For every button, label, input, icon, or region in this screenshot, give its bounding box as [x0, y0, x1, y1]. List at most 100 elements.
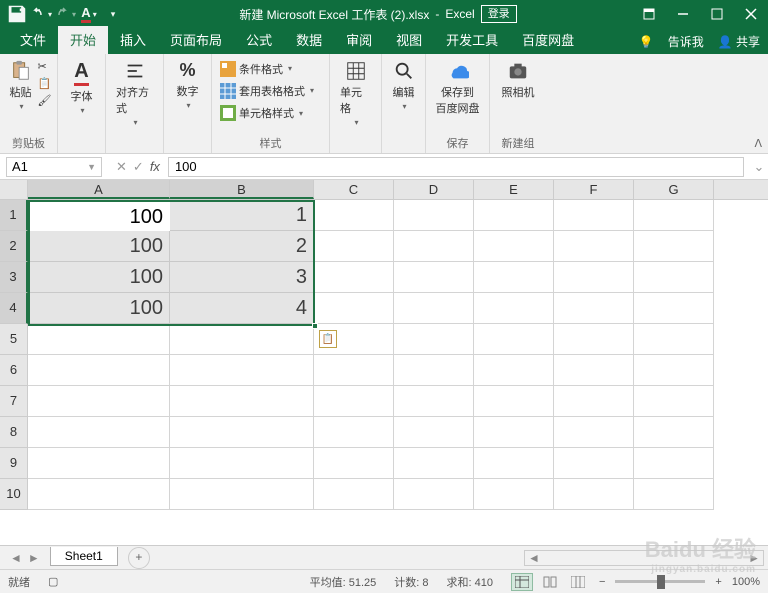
row-header[interactable]: 8: [0, 417, 28, 448]
fill-handle[interactable]: [312, 323, 318, 329]
collapse-ribbon-icon[interactable]: ᐱ: [754, 137, 762, 150]
cell[interactable]: [394, 200, 474, 231]
cell[interactable]: [634, 293, 714, 324]
row-header[interactable]: 10: [0, 479, 28, 510]
cell[interactable]: [554, 417, 634, 448]
cell[interactable]: 4: [170, 293, 314, 324]
enter-formula-icon[interactable]: ✓: [133, 159, 144, 175]
copy-icon[interactable]: 📋: [38, 77, 52, 90]
cell[interactable]: 1: [170, 200, 314, 231]
lightbulb-icon[interactable]: 💡: [639, 35, 654, 49]
cell[interactable]: [170, 417, 314, 448]
select-all-corner[interactable]: [0, 180, 28, 199]
column-header-D[interactable]: D: [394, 180, 474, 199]
cell[interactable]: [394, 293, 474, 324]
cell[interactable]: [394, 479, 474, 510]
cell[interactable]: [28, 324, 170, 355]
normal-view-icon[interactable]: [511, 573, 533, 591]
cell[interactable]: [634, 231, 714, 262]
cell[interactable]: [314, 479, 394, 510]
column-header-C[interactable]: C: [314, 180, 394, 199]
conditional-format-button[interactable]: 条件格式▾: [218, 60, 323, 78]
cell[interactable]: [314, 448, 394, 479]
sheet-tab[interactable]: Sheet1: [50, 547, 118, 566]
tab-开发工具[interactable]: 开发工具: [434, 26, 510, 54]
tab-数据[interactable]: 数据: [284, 26, 334, 54]
cell[interactable]: [314, 355, 394, 386]
tab-页面布局[interactable]: 页面布局: [158, 26, 234, 54]
cell[interactable]: [634, 448, 714, 479]
share-button[interactable]: 👤 共享: [718, 33, 760, 50]
cells-button[interactable]: 单元格▾: [336, 58, 375, 129]
save-baidu-button[interactable]: 保存到 百度网盘: [432, 58, 484, 118]
horizontal-scrollbar[interactable]: ◄►: [524, 550, 764, 566]
column-header-A[interactable]: A: [28, 180, 170, 199]
zoom-slider[interactable]: [615, 580, 705, 583]
cell-styles-button[interactable]: 单元格样式▾: [218, 104, 323, 122]
cell[interactable]: [474, 262, 554, 293]
cell[interactable]: [634, 386, 714, 417]
cell[interactable]: [314, 262, 394, 293]
cell[interactable]: [170, 386, 314, 417]
cell[interactable]: [554, 324, 634, 355]
alignment-button[interactable]: 对齐方式▾: [112, 58, 157, 129]
cell[interactable]: 2: [170, 231, 314, 262]
ribbon-options-icon[interactable]: [632, 0, 666, 28]
column-header-E[interactable]: E: [474, 180, 554, 199]
column-header-B[interactable]: B: [170, 180, 314, 199]
cell[interactable]: [474, 386, 554, 417]
row-header[interactable]: 6: [0, 355, 28, 386]
fx-icon[interactable]: fx: [150, 159, 160, 174]
cell[interactable]: 100: [28, 293, 170, 324]
cell[interactable]: [314, 200, 394, 231]
font-color-icon[interactable]: A▾: [78, 3, 100, 25]
cell[interactable]: [170, 448, 314, 479]
cell[interactable]: [28, 479, 170, 510]
cell[interactable]: [474, 231, 554, 262]
cell[interactable]: [394, 386, 474, 417]
cell[interactable]: [554, 355, 634, 386]
cell[interactable]: [28, 417, 170, 448]
cell[interactable]: [554, 200, 634, 231]
row-header[interactable]: 4: [0, 293, 28, 324]
cell[interactable]: [554, 448, 634, 479]
cell[interactable]: [634, 479, 714, 510]
number-button[interactable]: % 数字▾: [173, 58, 203, 112]
paste-button[interactable]: 粘贴▾: [6, 58, 36, 124]
cell[interactable]: [394, 355, 474, 386]
cell[interactable]: [314, 293, 394, 324]
cell[interactable]: [474, 324, 554, 355]
maximize-icon[interactable]: [700, 0, 734, 28]
redo-icon[interactable]: ▾: [54, 3, 76, 25]
tab-百度网盘[interactable]: 百度网盘: [510, 26, 586, 54]
name-box[interactable]: A1▼: [6, 157, 102, 177]
tab-插入[interactable]: 插入: [108, 26, 158, 54]
cell[interactable]: [28, 386, 170, 417]
cell[interactable]: [314, 386, 394, 417]
row-header[interactable]: 1: [0, 200, 28, 231]
cell[interactable]: [170, 355, 314, 386]
cell[interactable]: [474, 355, 554, 386]
cell[interactable]: [634, 417, 714, 448]
camera-button[interactable]: 照相机: [498, 58, 539, 102]
zoom-out-icon[interactable]: −: [595, 576, 609, 588]
editing-button[interactable]: 编辑▾: [389, 58, 419, 113]
cut-icon[interactable]: ✂: [38, 60, 52, 73]
zoom-in-icon[interactable]: +: [711, 576, 725, 588]
cell[interactable]: [554, 262, 634, 293]
tell-me-button[interactable]: 告诉我: [668, 33, 704, 50]
close-icon[interactable]: [734, 0, 768, 28]
font-button[interactable]: A 字体▾: [67, 58, 97, 117]
cell[interactable]: [474, 479, 554, 510]
login-button[interactable]: 登录: [481, 5, 517, 23]
macro-record-icon[interactable]: ▢: [48, 575, 58, 588]
cell[interactable]: [474, 200, 554, 231]
cell[interactable]: [314, 417, 394, 448]
cell[interactable]: 100: [28, 200, 170, 231]
undo-icon[interactable]: ▾: [30, 3, 52, 25]
autofill-options-icon[interactable]: 📋: [319, 330, 337, 348]
cell[interactable]: 100: [28, 231, 170, 262]
cell[interactable]: [554, 386, 634, 417]
cell[interactable]: [474, 448, 554, 479]
cell[interactable]: [474, 417, 554, 448]
